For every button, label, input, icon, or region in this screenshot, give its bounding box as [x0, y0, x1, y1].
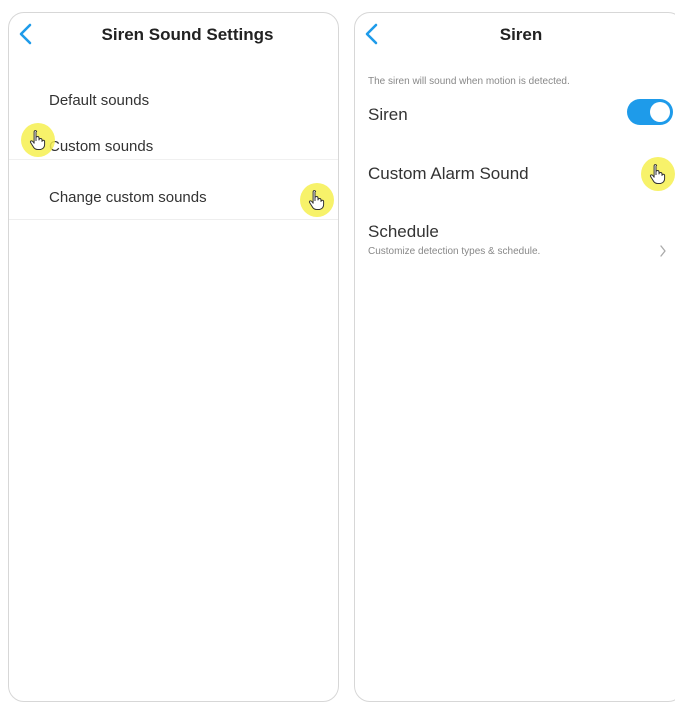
option-label: Custom sounds: [49, 138, 154, 155]
tap-indicator: [300, 183, 334, 217]
toggle-knob: [650, 102, 670, 122]
page-title: Siren: [499, 25, 543, 44]
tap-indicator: [21, 123, 55, 157]
schedule-label: Schedule: [368, 222, 439, 241]
siren-label: Siren: [368, 105, 408, 124]
header: Siren Sound Settings: [9, 13, 338, 57]
siren-sound-settings-screen: Siren Sound Settings Default sounds Cust…: [8, 12, 339, 702]
divider: [9, 219, 338, 220]
header: Siren: [355, 13, 675, 57]
pointer-hand-icon: [649, 164, 666, 184]
row-label: Change custom sounds: [49, 189, 207, 206]
siren-hint-text: The siren will sound when motion is dete…: [368, 76, 570, 87]
change-custom-sounds-row[interactable]: Change custom sounds: [9, 175, 338, 219]
divider: [9, 159, 338, 160]
siren-toggle[interactable]: [627, 99, 673, 125]
option-custom-sounds[interactable]: Custom sounds: [9, 123, 338, 163]
tap-indicator: [641, 157, 675, 191]
option-default-sounds[interactable]: Default sounds: [9, 79, 338, 119]
pointer-hand-icon: [29, 130, 46, 150]
pointer-hand-icon: [308, 190, 325, 210]
chevron-right-icon: [660, 245, 666, 257]
custom-alarm-sound-row[interactable]: Custom Alarm Sound: [355, 157, 675, 197]
schedule-sublabel: Customize detection types & schedule.: [368, 246, 541, 257]
option-label: Default sounds: [49, 92, 150, 109]
page-title: Siren Sound Settings: [101, 25, 274, 44]
siren-screen: Siren The siren will sound when motion i…: [354, 12, 675, 702]
custom-alarm-sound-label: Custom Alarm Sound: [368, 164, 529, 183]
schedule-row[interactable]: Schedule Customize detection types & sch…: [355, 217, 675, 273]
